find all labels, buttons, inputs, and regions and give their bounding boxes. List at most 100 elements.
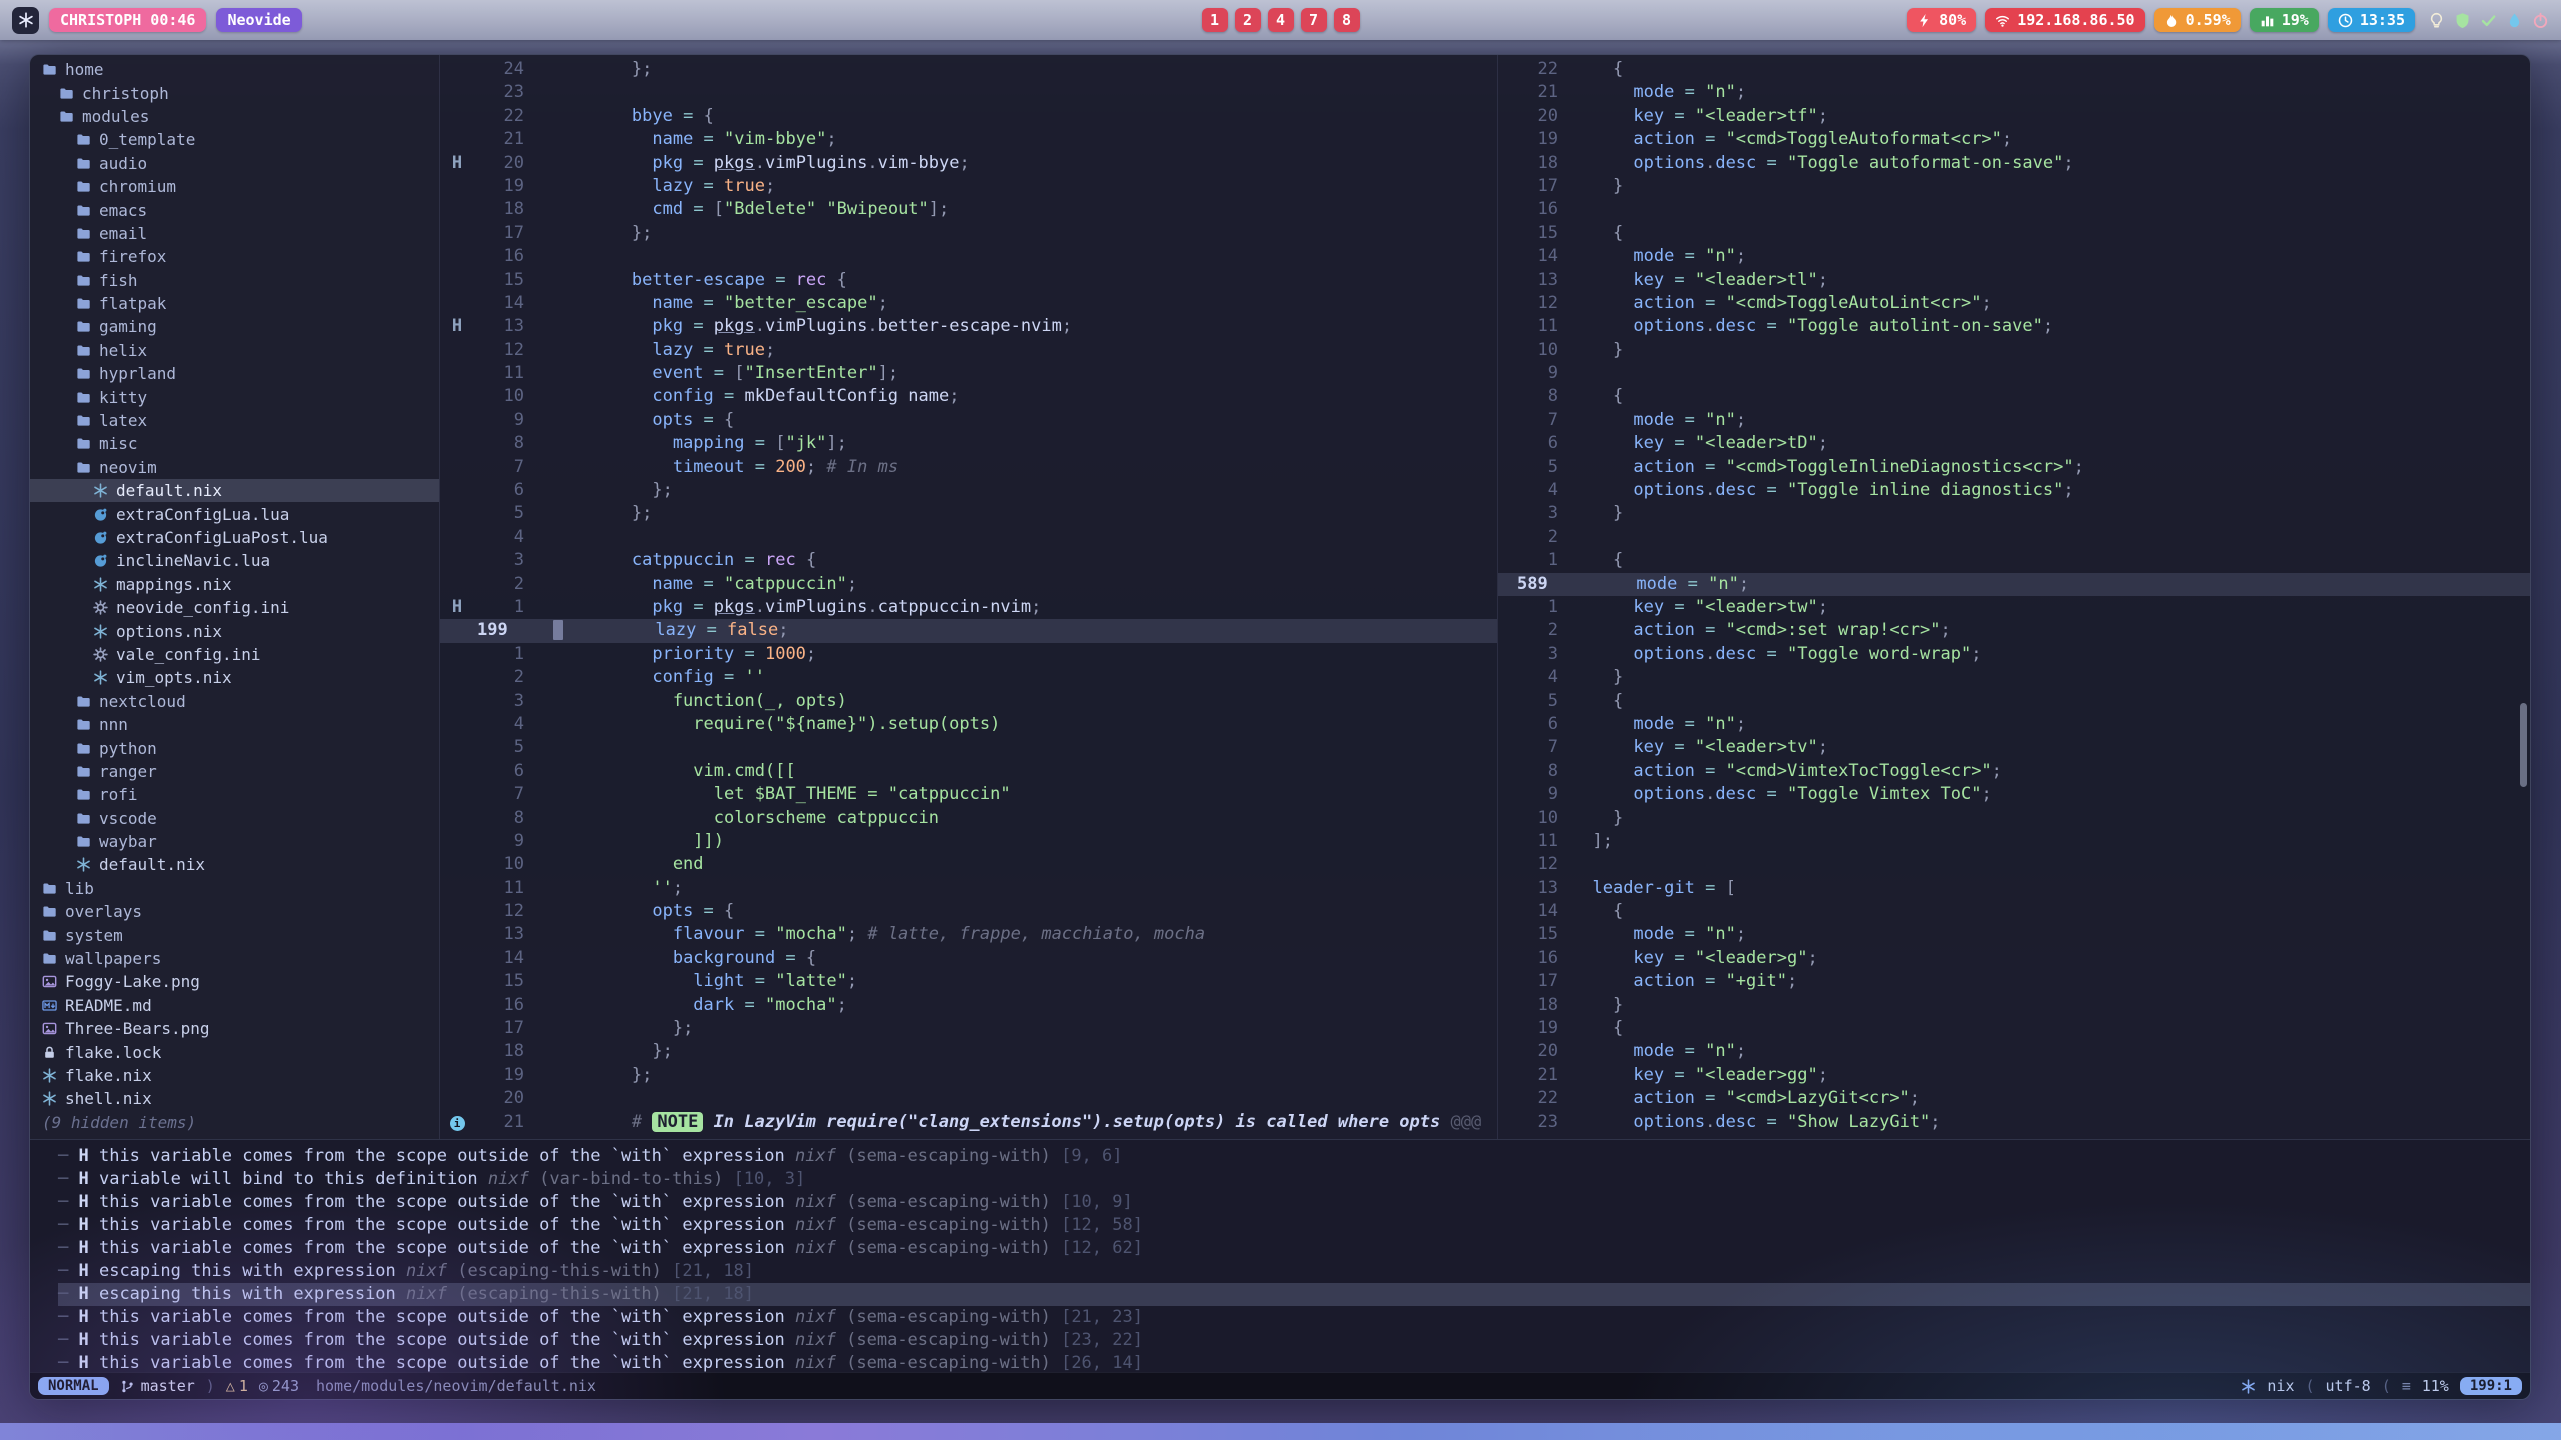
code-line[interactable]: 6 mode = "n"; <box>1498 713 2530 736</box>
workspace-button[interactable]: 7 <box>1301 8 1327 32</box>
code-line[interactable]: H13 pkg = pkgs.vimPlugins.better-escape-… <box>440 315 1497 338</box>
code-line[interactable]: 17 }; <box>440 222 1497 245</box>
tree-item[interactable]: vale_config.ini <box>30 643 439 666</box>
code-line[interactable]: 19 }; <box>440 1064 1497 1087</box>
tree-folder[interactable]: hyprland <box>30 362 439 385</box>
diagnostic-row[interactable]: ─ H variable will bind to this definitio… <box>58 1168 2530 1191</box>
user-uptime-badge[interactable]: CHRISTOPH 00:46 <box>49 8 206 32</box>
code-line[interactable]: H1 pkg = pkgs.vimPlugins.catppuccin-nvim… <box>440 596 1497 619</box>
tree-folder[interactable]: christoph <box>30 81 439 104</box>
tree-folder[interactable]: flatpak <box>30 292 439 315</box>
code-line[interactable]: 4 } <box>1498 666 2530 689</box>
workspace-button[interactable]: 2 <box>1235 8 1261 32</box>
code-line[interactable]: 24 }; <box>440 58 1497 81</box>
tree-folder[interactable]: wallpapers <box>30 947 439 970</box>
diagnostic-row[interactable]: ─ H this variable comes from the scope o… <box>58 1329 2530 1352</box>
code-line[interactable]: 5 action = "<cmd>ToggleInlineDiagnostics… <box>1498 456 2530 479</box>
code-line[interactable]: 3 options.desc = "Toggle word-wrap"; <box>1498 643 2530 666</box>
code-line[interactable]: 7 mode = "n"; <box>1498 409 2530 432</box>
code-line[interactable]: 9 <box>1498 362 2530 385</box>
tree-folder[interactable]: misc <box>30 432 439 455</box>
tree-item[interactable]: (9 hidden items) <box>30 1111 439 1134</box>
code-line[interactable]: 3 catppuccin = rec { <box>440 549 1497 572</box>
code-line[interactable]: 7 timeout = 200; # In ms <box>440 456 1497 479</box>
tree-item[interactable]: Three-Bears.png <box>30 1017 439 1040</box>
code-line[interactable]: 17 }; <box>440 1017 1497 1040</box>
diagnostic-row[interactable]: ─ H this variable comes from the scope o… <box>58 1306 2530 1329</box>
workspace-button[interactable]: 1 <box>1202 8 1228 32</box>
diagnostic-row[interactable]: ─ H escaping this with expression nixf (… <box>58 1260 2530 1283</box>
topbar-clock-pill[interactable]: 13:35 <box>2328 8 2415 32</box>
tray-status-ok[interactable] <box>2480 12 2497 29</box>
code-line[interactable]: 5 }; <box>440 502 1497 525</box>
tree-item[interactable]: flake.nix <box>30 1064 439 1087</box>
tree-item[interactable]: Foggy-Lake.png <box>30 970 439 993</box>
tree-item[interactable]: extraConfigLuaPost.lua <box>30 526 439 549</box>
code-line[interactable]: 12 <box>1498 853 2530 876</box>
code-line[interactable]: 7 let $BAT_THEME = "catppuccin" <box>440 783 1497 806</box>
tray-power[interactable] <box>2532 12 2549 29</box>
code-line[interactable]: 14 name = "better_escape"; <box>440 292 1497 315</box>
tree-folder[interactable]: gaming <box>30 315 439 338</box>
tree-item[interactable]: default.nix <box>30 853 439 876</box>
code-line[interactable]: 13 key = "<leader>tl"; <box>1498 269 2530 292</box>
tree-folder[interactable]: chromium <box>30 175 439 198</box>
git-branch[interactable]: master <box>120 1377 195 1395</box>
code-line[interactable]: 11 ]; <box>1498 830 2530 853</box>
tree-folder[interactable]: kitty <box>30 385 439 408</box>
scrollbar-thumb[interactable] <box>2520 703 2527 787</box>
tree-item[interactable]: options.nix <box>30 619 439 642</box>
code-line[interactable]: 19 { <box>1498 1017 2530 1040</box>
code-line[interactable]: 16 key = "<leader>g"; <box>1498 947 2530 970</box>
code-line[interactable]: 18 }; <box>440 1040 1497 1063</box>
code-line[interactable]: 589 mode = "n"; <box>1498 573 2530 596</box>
code-line[interactable]: 2 name = "catppuccin"; <box>440 573 1497 596</box>
tree-folder[interactable]: vscode <box>30 807 439 830</box>
tree-item[interactable]: flake.lock <box>30 1040 439 1063</box>
code-line[interactable]: 1 key = "<leader>tw"; <box>1498 596 2530 619</box>
tree-folder[interactable]: 0_template <box>30 128 439 151</box>
code-line[interactable]: 22 { <box>1498 58 2530 81</box>
code-line[interactable]: 5 { <box>1498 690 2530 713</box>
code-line[interactable]: 4 <box>440 526 1497 549</box>
code-line[interactable]: 15 mode = "n"; <box>1498 923 2530 946</box>
code-line[interactable]: 17 action = "+git"; <box>1498 970 2530 993</box>
code-line[interactable]: H20 pkg = pkgs.vimPlugins.vim-bbye; <box>440 152 1497 175</box>
code-line[interactable]: 2 action = "<cmd>:set wrap!<cr>"; <box>1498 619 2530 642</box>
code-line[interactable]: 16 <box>440 245 1497 268</box>
tree-folder[interactable]: helix <box>30 339 439 362</box>
tree-folder[interactable]: audio <box>30 152 439 175</box>
code-line[interactable]: 9 options.desc = "Toggle Vimtex ToC"; <box>1498 783 2530 806</box>
code-line[interactable]: 12 opts = { <box>440 900 1497 923</box>
tree-folder[interactable]: modules <box>30 105 439 128</box>
code-line[interactable]: 22 bbye = { <box>440 105 1497 128</box>
code-line[interactable]: 11 options.desc = "Toggle autolint-on-sa… <box>1498 315 2530 338</box>
tree-item[interactable]: extraConfigLua.lua <box>30 502 439 525</box>
tree-item[interactable]: inclineNavic.lua <box>30 549 439 572</box>
tree-item[interactable]: README.md <box>30 994 439 1017</box>
code-line[interactable]: 20 mode = "n"; <box>1498 1040 2530 1063</box>
tree-folder[interactable]: firefox <box>30 245 439 268</box>
code-line[interactable]: 14 background = { <box>440 947 1497 970</box>
code-line[interactable]: 16 dark = "mocha"; <box>440 994 1497 1017</box>
code-line[interactable]: 199 lazy = false; <box>440 619 1497 642</box>
tree-folder[interactable]: waybar <box>30 830 439 853</box>
code-line[interactable]: 21 key = "<leader>gg"; <box>1498 1064 2530 1087</box>
code-line[interactable]: 15 better-escape = rec { <box>440 269 1497 292</box>
tree-folder[interactable]: home <box>30 58 439 81</box>
tray-bluetooth[interactable] <box>2506 12 2523 29</box>
code-line[interactable]: 2 config = '' <box>440 666 1497 689</box>
tree-item[interactable]: neovide_config.ini <box>30 596 439 619</box>
code-line[interactable]: 3 } <box>1498 502 2530 525</box>
code-line[interactable]: 8 colorscheme catppuccin <box>440 807 1497 830</box>
code-line[interactable]: 9 opts = { <box>440 409 1497 432</box>
launcher-button[interactable] <box>12 7 39 34</box>
code-line[interactable]: 18 cmd = ["Bdelete" "Bwipeout"]; <box>440 198 1497 221</box>
code-line[interactable]: 4 options.desc = "Toggle inline diagnost… <box>1498 479 2530 502</box>
editor-pane-main[interactable]: 24 };2322 bbye = {21 name = "vim-bbye";H… <box>440 55 1498 1139</box>
code-line[interactable]: 13 leader-git = [ <box>1498 877 2530 900</box>
tray-keyboard-light[interactable] <box>2428 12 2445 29</box>
code-line[interactable]: 18 } <box>1498 994 2530 1017</box>
tree-item[interactable]: vim_opts.nix <box>30 666 439 689</box>
code-line[interactable]: 22 action = "<cmd>LazyGit<cr>"; <box>1498 1087 2530 1110</box>
